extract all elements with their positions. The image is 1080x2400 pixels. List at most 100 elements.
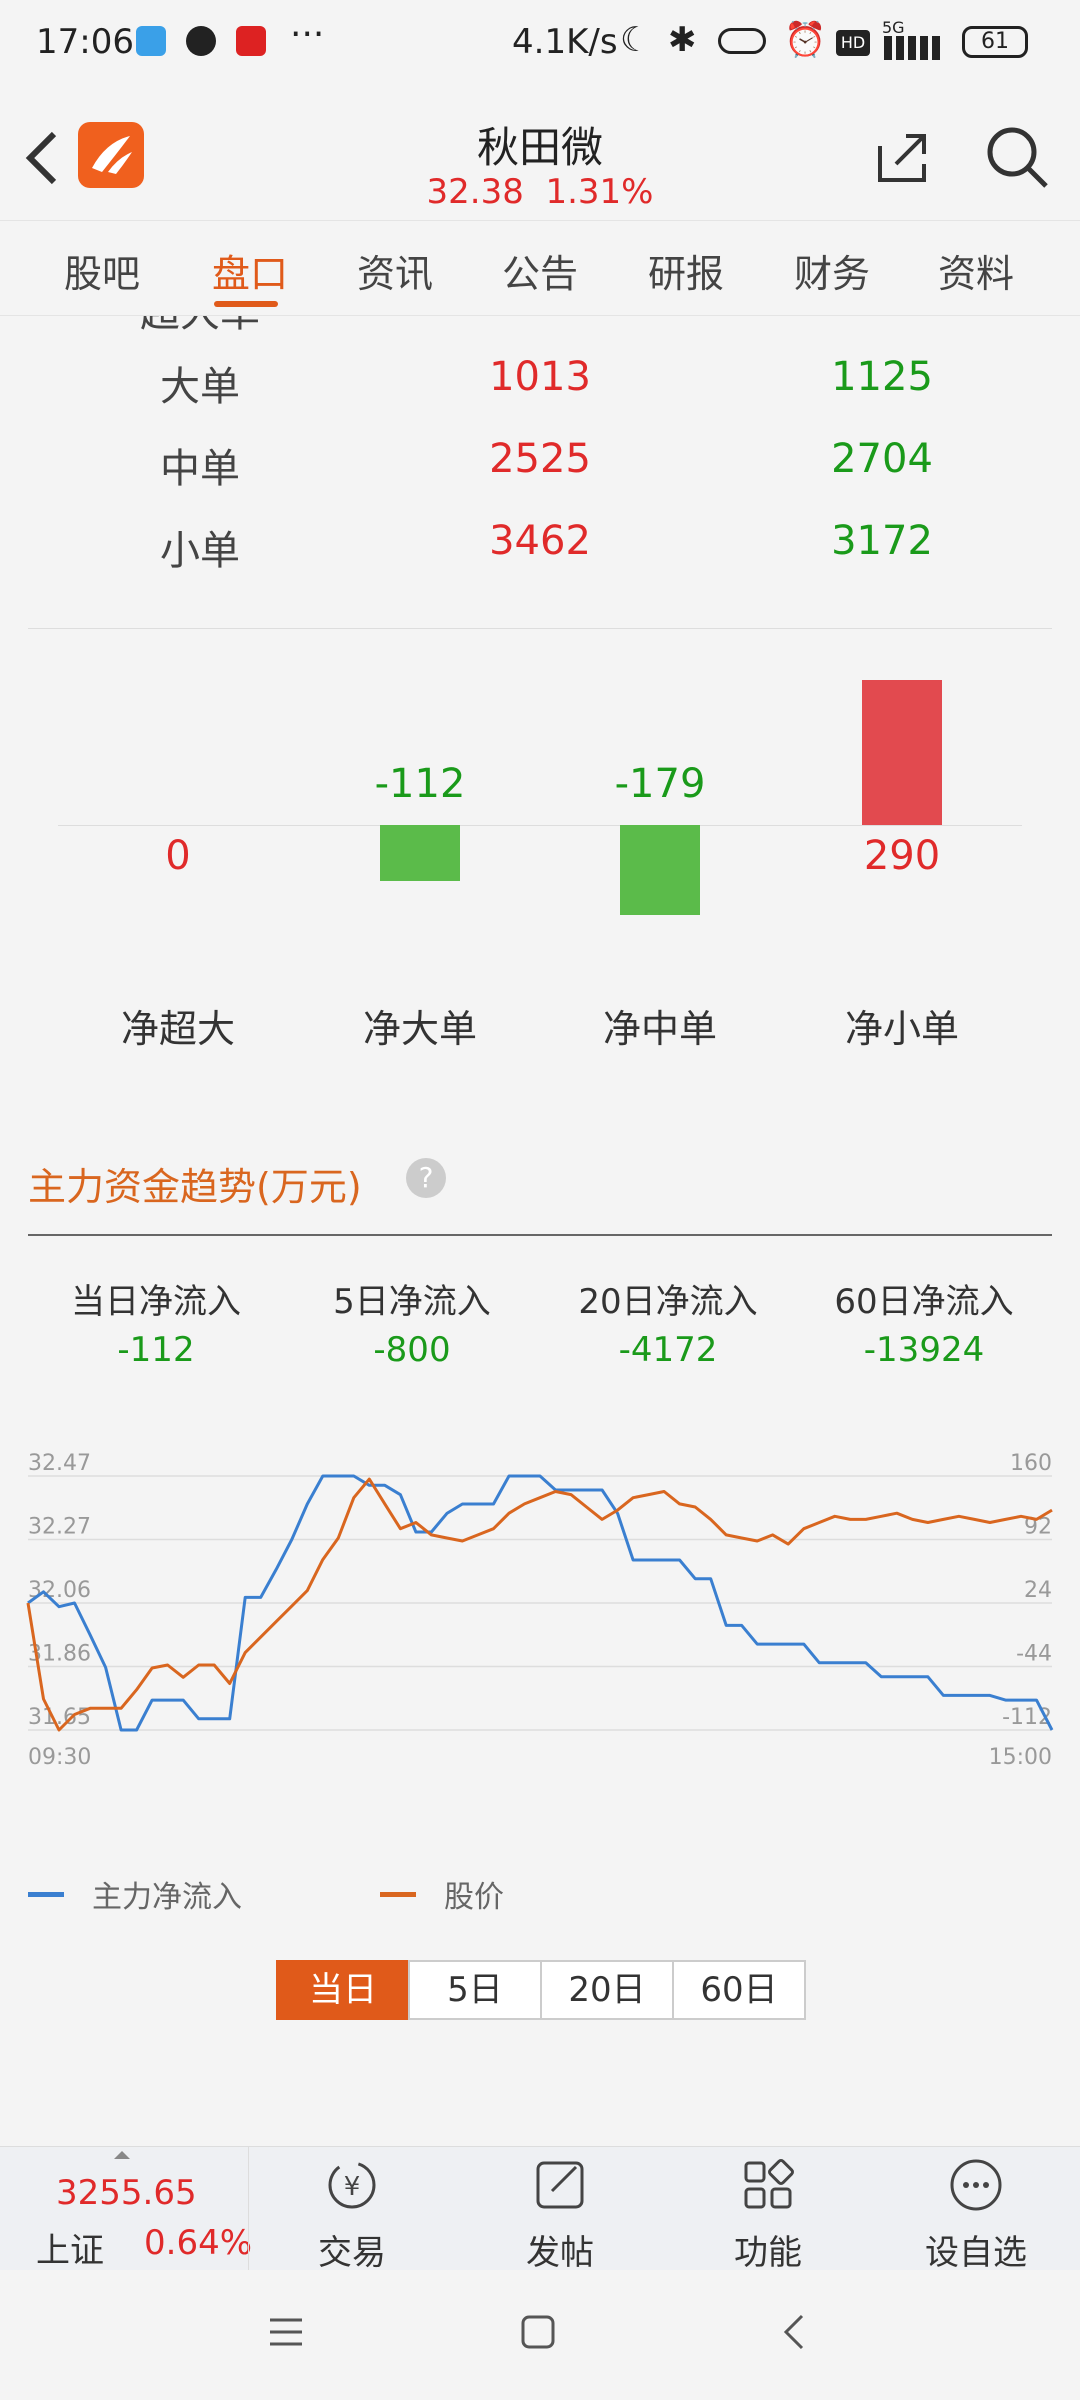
- tab-guba[interactable]: 股吧: [32, 243, 172, 298]
- tab-research[interactable]: 研报: [616, 243, 756, 298]
- add-watchlist-label: 设自选: [925, 2233, 1027, 2273]
- trade-button[interactable]: ¥ 交易: [282, 2157, 422, 2274]
- more-circle-icon: [950, 2159, 1002, 2211]
- stat-value-60d: -13924: [863, 1330, 985, 1370]
- functions-icon: [744, 2159, 794, 2209]
- stock-header: 秋田微 32.38 1.31%: [0, 92, 1080, 220]
- index-change[interactable]: 0.64%: [144, 2223, 252, 2263]
- pankou-content: 超大单 大单 1013 1125 中单 2525 2704 小单 3462 31…: [0, 316, 1080, 2146]
- sell-medium: 2704: [831, 436, 933, 482]
- more-notifications-icon: ···: [290, 14, 325, 55]
- legend-swatch-main-flow: [28, 1892, 64, 1897]
- home-nav-icon[interactable]: [520, 2314, 556, 2350]
- stock-quote: 32.38 1.31%: [340, 172, 740, 212]
- clipped-row-label: 超大单: [120, 316, 280, 338]
- buy-large: 1013: [489, 354, 591, 400]
- stat-label-20d: 20日净流入: [578, 1282, 758, 1322]
- left-tick-label: 32.47: [28, 1451, 91, 1476]
- tab-finance[interactable]: 财务: [762, 243, 902, 298]
- index-name[interactable]: 上证: [36, 2223, 104, 2272]
- x-start-label: 09:30: [28, 1745, 91, 1770]
- sell-large: 1125: [831, 354, 933, 400]
- signal-label: 5G: [882, 18, 905, 37]
- stat-label-60d: 60日净流入: [834, 1282, 1014, 1322]
- menu-nav-icon[interactable]: [268, 2314, 304, 2350]
- hd-icon: HD: [836, 30, 870, 56]
- divider: [28, 628, 1052, 629]
- right-tick-label: 160: [1010, 1451, 1052, 1476]
- stat-label-today: 当日净流入: [71, 1282, 241, 1322]
- tab-news[interactable]: 资讯: [325, 243, 465, 298]
- period-60d-button[interactable]: 60日: [672, 1960, 806, 2020]
- expand-index-icon[interactable]: [114, 2151, 130, 2159]
- search-icon[interactable]: [984, 124, 1050, 190]
- back-icon[interactable]: [22, 128, 62, 188]
- status-time: 17:06: [36, 22, 134, 62]
- stat-value-today: -112: [117, 1330, 195, 1370]
- right-tick-label: 24: [1024, 1578, 1052, 1603]
- row-label-medium: 中单: [160, 446, 240, 492]
- status-bar: 17:06 ··· 4.1K/s ☾ ✱ ⏰ HD 5G 61: [0, 0, 1080, 92]
- buy-medium: 2525: [489, 436, 591, 482]
- stock-change: 1.31%: [545, 172, 654, 212]
- period-today-button[interactable]: 当日: [276, 1960, 410, 2020]
- stat-value-20d: -4172: [618, 1330, 718, 1370]
- vibrate-icon: [718, 28, 766, 54]
- post-icon: [536, 2161, 584, 2209]
- net-bar-1: [380, 825, 460, 881]
- period-5d-button[interactable]: 5日: [408, 1960, 542, 2020]
- index-value[interactable]: 3255.65: [56, 2173, 197, 2213]
- functions-label: 功能: [734, 2233, 802, 2273]
- bar-baseline: [58, 825, 1022, 826]
- bar-label-medium: 净中单: [602, 1007, 717, 1051]
- bluetooth-icon: ✱: [668, 20, 697, 60]
- svg-text:¥: ¥: [344, 2172, 361, 2202]
- active-tab-indicator: [214, 301, 278, 307]
- series-line-1: [26, 1477, 1053, 1732]
- net-speed: 4.1K/s: [512, 22, 618, 62]
- net-bar-value-0: 0: [165, 833, 191, 879]
- sell-small: 3172: [831, 518, 933, 564]
- moon-icon: ☾: [620, 20, 651, 60]
- net-bar-2: [620, 825, 700, 915]
- signal-icon: [884, 36, 944, 60]
- functions-button[interactable]: 功能: [698, 2157, 838, 2274]
- bar-label-large: 净大单: [362, 1007, 477, 1051]
- row-label-small: 小单: [160, 528, 240, 574]
- tab-pankou[interactable]: 盘口: [180, 243, 320, 298]
- left-tick-label: 32.06: [28, 1578, 91, 1603]
- system-nav-bar: [0, 2270, 1080, 2400]
- trend-chart: 32.47 16032.27 9232.06 2431.86 -4431.65 -1120…: [26, 1451, 1054, 1770]
- net-bar-value-3: 290: [863, 833, 941, 879]
- stock-name: 秋田微: [476, 123, 603, 172]
- buy-small: 3462: [489, 518, 591, 564]
- bar-label-super: 净超大: [120, 1007, 235, 1051]
- back-nav-icon[interactable]: [776, 2312, 812, 2352]
- stock-price: 32.38: [426, 172, 524, 212]
- tab-profile[interactable]: 资料: [906, 243, 1046, 298]
- net-bar-value-2: -179: [614, 761, 706, 807]
- add-watchlist-button[interactable]: 设自选: [906, 2157, 1046, 2274]
- trade-label: 交易: [318, 2233, 386, 2273]
- x-end-label: 15:00: [989, 1745, 1052, 1770]
- trend-divider: [28, 1234, 1052, 1236]
- qq-icon: [186, 26, 216, 56]
- tab-announcements[interactable]: 公告: [470, 243, 610, 298]
- share-icon[interactable]: [874, 130, 930, 186]
- right-tick-label: -44: [1016, 1642, 1052, 1667]
- alarm-icon: ⏰: [784, 20, 827, 60]
- legend-label-price: 股价: [444, 1880, 504, 1915]
- legend-swatch-price: [380, 1892, 416, 1897]
- post-button[interactable]: 发帖: [490, 2157, 630, 2274]
- trend-title: 主力资金趋势(万元): [28, 1165, 362, 1209]
- trade-icon: ¥: [328, 2161, 376, 2209]
- bar-label-small: 净小单: [844, 1007, 959, 1051]
- help-icon[interactable]: ?: [406, 1158, 446, 1198]
- left-tick-label: 31.65: [28, 1705, 91, 1730]
- toolbar-divider: [248, 2147, 249, 2271]
- period-20d-button[interactable]: 20日: [540, 1960, 674, 2020]
- app-notification-icon: [136, 26, 166, 56]
- post-label: 发帖: [526, 2233, 594, 2273]
- bottom-toolbar: 3255.65 上证 0.64% ¥ 交易 发帖 功能 设自选: [0, 2146, 1080, 2273]
- news-app-icon: [236, 26, 266, 56]
